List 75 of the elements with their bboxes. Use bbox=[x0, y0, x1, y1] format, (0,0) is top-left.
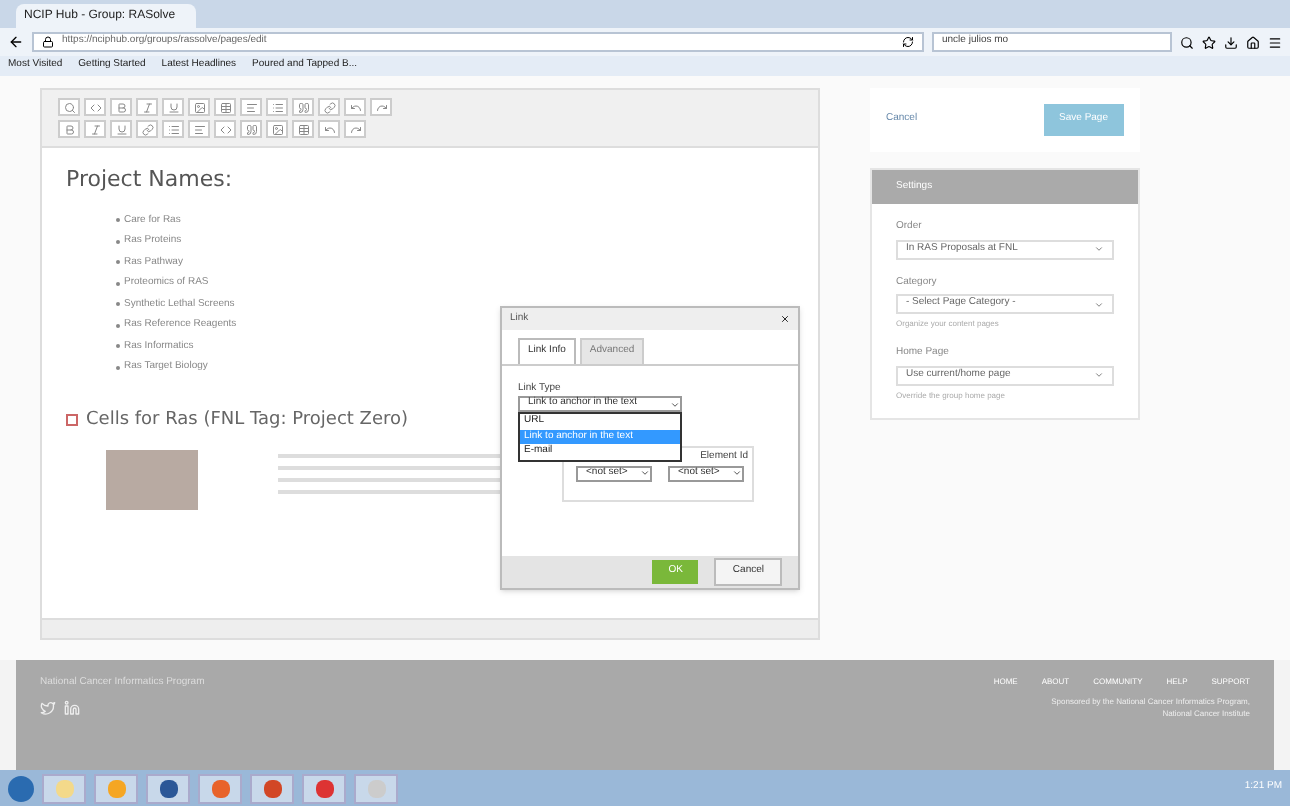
align-left-icon bbox=[245, 101, 257, 113]
chevron-down-icon bbox=[732, 468, 742, 478]
link-icon bbox=[323, 101, 335, 113]
heading: Project Names: bbox=[66, 164, 235, 196]
list-icon bbox=[271, 101, 283, 113]
code-icon bbox=[219, 123, 231, 135]
start-button[interactable] bbox=[8, 775, 34, 801]
undo-icon bbox=[349, 101, 361, 113]
search-icon bbox=[63, 101, 75, 113]
toolbar-button[interactable] bbox=[240, 120, 262, 138]
refresh-icon[interactable] bbox=[902, 36, 914, 48]
image-icon bbox=[193, 101, 205, 113]
underline-icon bbox=[115, 123, 127, 135]
toolbar-button[interactable] bbox=[318, 120, 340, 138]
download-icon[interactable] bbox=[1224, 35, 1238, 49]
star-icon[interactable] bbox=[1202, 35, 1216, 49]
toolbar-button[interactable] bbox=[214, 120, 236, 138]
redo-icon bbox=[375, 101, 387, 113]
toolbar-button[interactable] bbox=[214, 98, 236, 116]
toolbar-button[interactable] bbox=[162, 98, 184, 116]
chevron-down-icon bbox=[1094, 244, 1104, 254]
table-icon bbox=[219, 101, 231, 113]
align-left-icon bbox=[193, 123, 205, 135]
home-icon[interactable] bbox=[1246, 35, 1260, 49]
bold-icon bbox=[63, 123, 75, 135]
toolbar-button[interactable] bbox=[188, 120, 210, 138]
twitter-icon[interactable] bbox=[40, 699, 56, 715]
toolbar-button[interactable] bbox=[58, 120, 80, 138]
quote-icon bbox=[297, 101, 309, 113]
photo-placeholder bbox=[106, 450, 198, 510]
chevron-down-icon bbox=[1094, 299, 1104, 309]
taskbar-app-icon[interactable] bbox=[146, 773, 190, 803]
toolbar-button[interactable] bbox=[266, 120, 288, 138]
toolbar-button[interactable] bbox=[344, 120, 366, 138]
toolbar-button[interactable] bbox=[266, 98, 288, 116]
toolbar-button[interactable] bbox=[162, 120, 184, 138]
linkedin-icon[interactable] bbox=[64, 699, 80, 715]
toolbar-button[interactable] bbox=[318, 98, 340, 116]
underline-icon bbox=[167, 101, 179, 113]
image-icon bbox=[271, 123, 283, 135]
toolbar-button[interactable] bbox=[292, 120, 314, 138]
toolbar-button[interactable] bbox=[136, 98, 158, 116]
toolbar-button[interactable] bbox=[84, 98, 106, 116]
toolbar-button[interactable] bbox=[292, 98, 314, 116]
link-icon bbox=[141, 123, 153, 135]
section-heading: Cells for Ras (FNL Tag: Project Zero) bbox=[86, 407, 409, 433]
toolbar-button[interactable] bbox=[188, 98, 210, 116]
taskbar-app-icon[interactable] bbox=[302, 773, 346, 803]
expand-icon[interactable] bbox=[66, 414, 78, 427]
table-icon bbox=[297, 123, 309, 135]
italic-icon bbox=[89, 123, 101, 135]
chevron-down-icon bbox=[1094, 370, 1104, 380]
toolbar-button[interactable] bbox=[344, 98, 366, 116]
bold-icon bbox=[115, 101, 127, 113]
toolbar-button[interactable] bbox=[370, 98, 392, 116]
toolbar-button[interactable] bbox=[136, 120, 158, 138]
chevron-down-icon bbox=[640, 468, 650, 478]
italic-icon bbox=[141, 101, 153, 113]
toolbar-button[interactable] bbox=[84, 120, 106, 138]
redo-icon bbox=[349, 123, 361, 135]
undo-icon bbox=[323, 123, 335, 135]
chevron-down-icon bbox=[670, 399, 680, 409]
menu-icon[interactable] bbox=[1268, 35, 1282, 49]
toolbar-button[interactable] bbox=[240, 98, 262, 116]
taskbar-app-icon[interactable] bbox=[198, 773, 242, 803]
search-icon[interactable] bbox=[1180, 35, 1194, 49]
list-icon bbox=[167, 123, 179, 135]
quote-icon bbox=[245, 123, 257, 135]
toolbar-button[interactable] bbox=[110, 120, 132, 138]
toolbar-button[interactable] bbox=[110, 98, 132, 116]
back-icon[interactable] bbox=[8, 34, 24, 50]
lock-icon bbox=[42, 36, 54, 48]
toolbar-button[interactable] bbox=[58, 98, 80, 116]
code-icon bbox=[89, 101, 101, 113]
taskbar-app-icon[interactable] bbox=[250, 773, 294, 803]
